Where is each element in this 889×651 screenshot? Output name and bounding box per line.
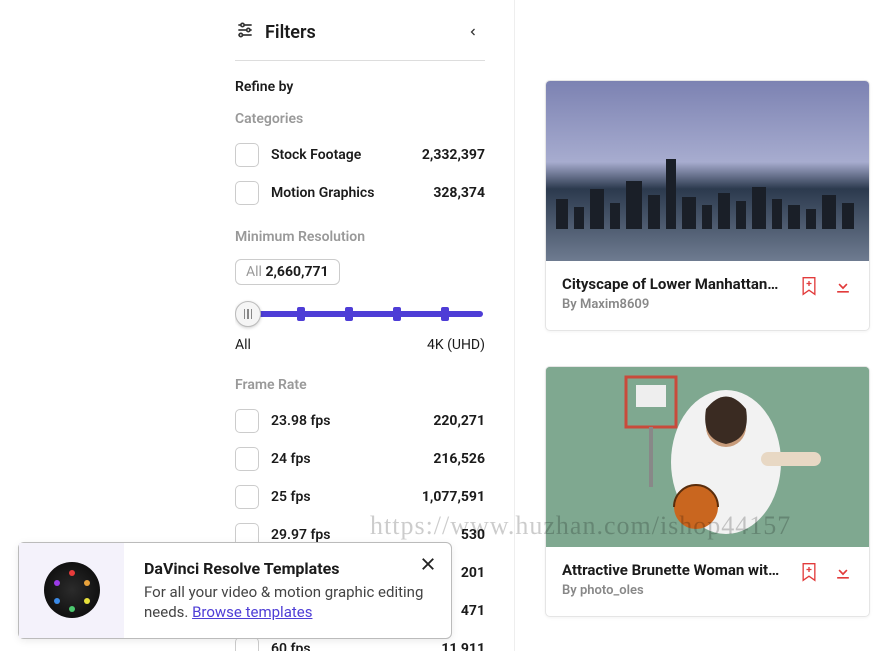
category-row[interactable]: Motion Graphics 328,374 xyxy=(235,179,485,207)
category-checkbox[interactable] xyxy=(235,181,259,205)
framerate-label: Frame Rate xyxy=(235,377,485,393)
framerate-row[interactable]: 25 fps 1,077,591 xyxy=(235,483,485,511)
category-count: 2,332,397 xyxy=(422,147,485,163)
framerate-row[interactable]: 23.98 fps 220,271 xyxy=(235,407,485,435)
framerate-count: 201 xyxy=(461,565,485,581)
result-author[interactable]: By photo_oles xyxy=(562,583,782,598)
framerate-option-label: 24 fps xyxy=(271,451,311,467)
framerate-row[interactable]: 24 fps 216,526 xyxy=(235,445,485,473)
framerate-count: 216,526 xyxy=(433,451,485,467)
slider-min-label: All xyxy=(235,337,251,353)
collapse-filters-button[interactable] xyxy=(461,20,485,44)
download-button[interactable] xyxy=(833,276,853,300)
results-grid: Cityscape of Lower Manhattan, New… By Ma… xyxy=(515,0,875,627)
framerate-option-label: 29.97 fps xyxy=(271,527,331,543)
tooltip-count: 2,660,771 xyxy=(265,264,328,280)
category-label: Stock Footage xyxy=(271,147,361,163)
framerate-count: 471 xyxy=(461,603,485,619)
framerate-count: 1,077,591 xyxy=(422,489,485,505)
promo-text: For all your video & motion graphic edit… xyxy=(144,582,435,623)
refine-by-label: Refine by xyxy=(235,79,485,95)
resolution-label: Minimum Resolution xyxy=(235,229,485,245)
result-thumbnail[interactable] xyxy=(546,367,869,547)
framerate-option-label: 60 fps xyxy=(271,641,311,651)
framerate-checkbox[interactable] xyxy=(235,409,259,433)
close-icon[interactable] xyxy=(419,555,439,575)
framerate-option-label: 25 fps xyxy=(271,489,311,505)
category-checkbox[interactable] xyxy=(235,143,259,167)
framerate-count: 530 xyxy=(461,527,485,543)
download-button[interactable] xyxy=(833,562,853,586)
davinci-logo-icon xyxy=(44,562,100,618)
slider-tick xyxy=(297,307,305,321)
slider-max-label: 4K (UHD) xyxy=(427,337,485,353)
slider-tick xyxy=(393,307,401,321)
filters-header: Filters xyxy=(235,0,485,60)
framerate-option-label: 23.98 fps xyxy=(271,413,331,429)
sliders-icon xyxy=(235,20,255,44)
framerate-checkbox[interactable] xyxy=(235,447,259,471)
divider xyxy=(235,60,485,61)
refine-section: Refine by Categories Stock Footage 2,332… xyxy=(235,79,485,207)
result-title[interactable]: Attractive Brunette Woman with a B… xyxy=(562,561,782,579)
promo-banner: DaVinci Resolve Templates For all your v… xyxy=(18,542,452,640)
result-thumbnail[interactable] xyxy=(546,81,869,261)
framerate-count: 220,271 xyxy=(433,413,485,429)
save-bookmark-button[interactable] xyxy=(799,561,819,587)
slider-tick xyxy=(345,307,353,321)
promo-link[interactable]: Browse templates xyxy=(192,603,312,621)
category-label: Motion Graphics xyxy=(271,185,374,201)
framerate-count: 11,911 xyxy=(441,641,485,651)
slider-tick xyxy=(441,307,449,321)
promo-icon-area xyxy=(19,543,124,639)
category-count: 328,374 xyxy=(433,185,485,201)
promo-title: DaVinci Resolve Templates xyxy=(144,559,435,578)
slider-tooltip: All 2,660,771 xyxy=(235,259,340,285)
tooltip-prefix: All xyxy=(246,264,262,280)
framerate-checkbox[interactable] xyxy=(235,485,259,509)
resolution-section: Minimum Resolution All 2,660,771 All 4K … xyxy=(235,229,485,353)
categories-label: Categories xyxy=(235,111,485,127)
result-card[interactable]: Cityscape of Lower Manhattan, New… By Ma… xyxy=(545,80,870,331)
filters-title: Filters xyxy=(265,22,316,43)
resolution-slider[interactable] xyxy=(235,295,485,331)
framerate-checkbox[interactable] xyxy=(235,637,259,651)
category-row[interactable]: Stock Footage 2,332,397 xyxy=(235,141,485,169)
save-bookmark-button[interactable] xyxy=(799,275,819,301)
result-author[interactable]: By Maxim8609 xyxy=(562,297,782,312)
result-card[interactable]: Attractive Brunette Woman with a B… By p… xyxy=(545,366,870,617)
result-title[interactable]: Cityscape of Lower Manhattan, New… xyxy=(562,275,782,293)
slider-labels: All 4K (UHD) xyxy=(235,337,485,353)
slider-handle[interactable] xyxy=(235,301,261,327)
